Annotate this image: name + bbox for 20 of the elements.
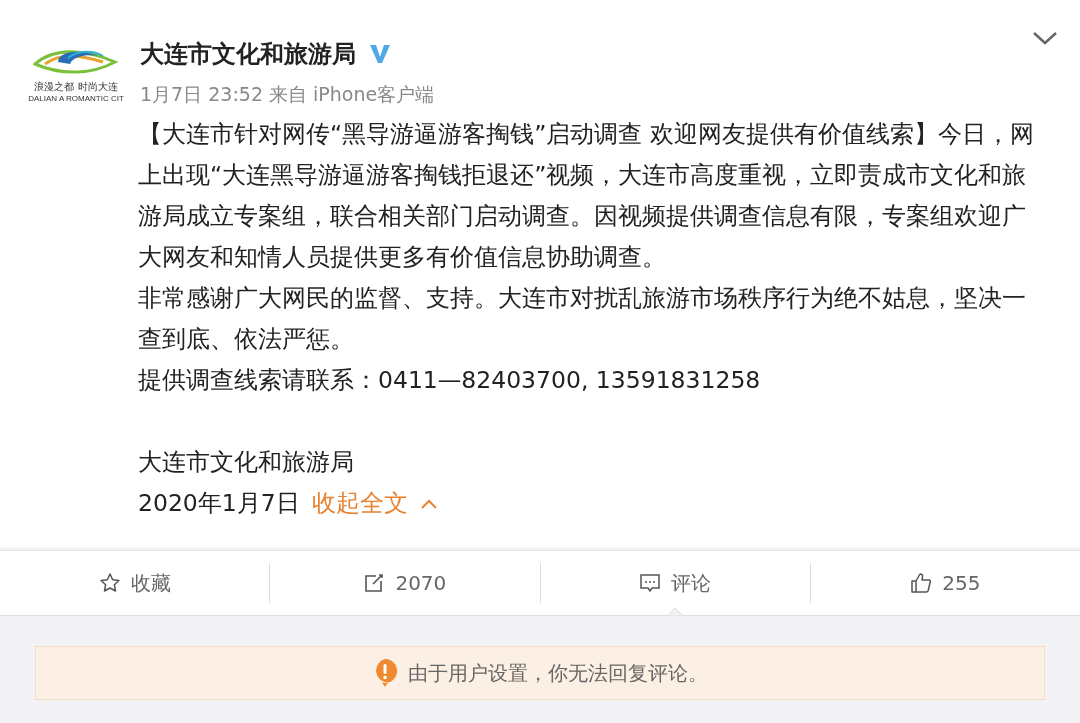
favorite-button[interactable]: 收藏 — [0, 551, 270, 615]
post-paragraph: 提供调查线索请联系：0411—82403700, 13591831258 — [138, 365, 762, 396]
post-date: 2020年1月7日 — [138, 488, 300, 519]
comment-icon — [639, 572, 662, 594]
like-button[interactable]: 255 — [810, 551, 1080, 615]
comment-button[interactable]: 评论 — [540, 551, 810, 615]
chevron-down-icon[interactable] — [1032, 30, 1058, 46]
post-paragraph: 非常感谢广大网民的监督、支持。大连市对扰乱旅游市场秩序行为绝不姑息，坚决一查到底、依法严惩。 — [138, 283, 1027, 355]
thumbs-up-icon — [910, 572, 933, 594]
logo-caption: 浪漫之都 时尚大连 — [34, 80, 118, 94]
repost-button[interactable]: 2070 — [270, 551, 540, 615]
caret-up-icon[interactable] — [419, 497, 438, 510]
notice-text: 由于用户设置，你无法回复评论。 — [408, 659, 708, 687]
post-meta: 1月7日 23:52 来自 iPhone客户端 — [140, 82, 435, 107]
signature: 大连市文化和旅游局 — [138, 447, 355, 478]
share-icon — [363, 572, 386, 594]
logo-subcaption: DALIAN A ROMANTIC CIT — [28, 94, 124, 103]
star-icon — [98, 572, 121, 594]
account-name[interactable]: 大连市文化和旅游局 — [140, 38, 356, 70]
post-paragraph: 【大连市针对网传“黑导游逼游客掏钱”启动调查 欢迎网友提供有价值线索】今日，网上出现“大连黑导游逼游客掏钱拒退还”视频，大连市高度重视，立即责成市文化和旅游局成立专案组，联合相关部门启动调查。因视频提供调查信息有限，专案组欢迎广大网友和知情人员提供更多有价值信息协助调查。 — [138, 119, 1035, 273]
